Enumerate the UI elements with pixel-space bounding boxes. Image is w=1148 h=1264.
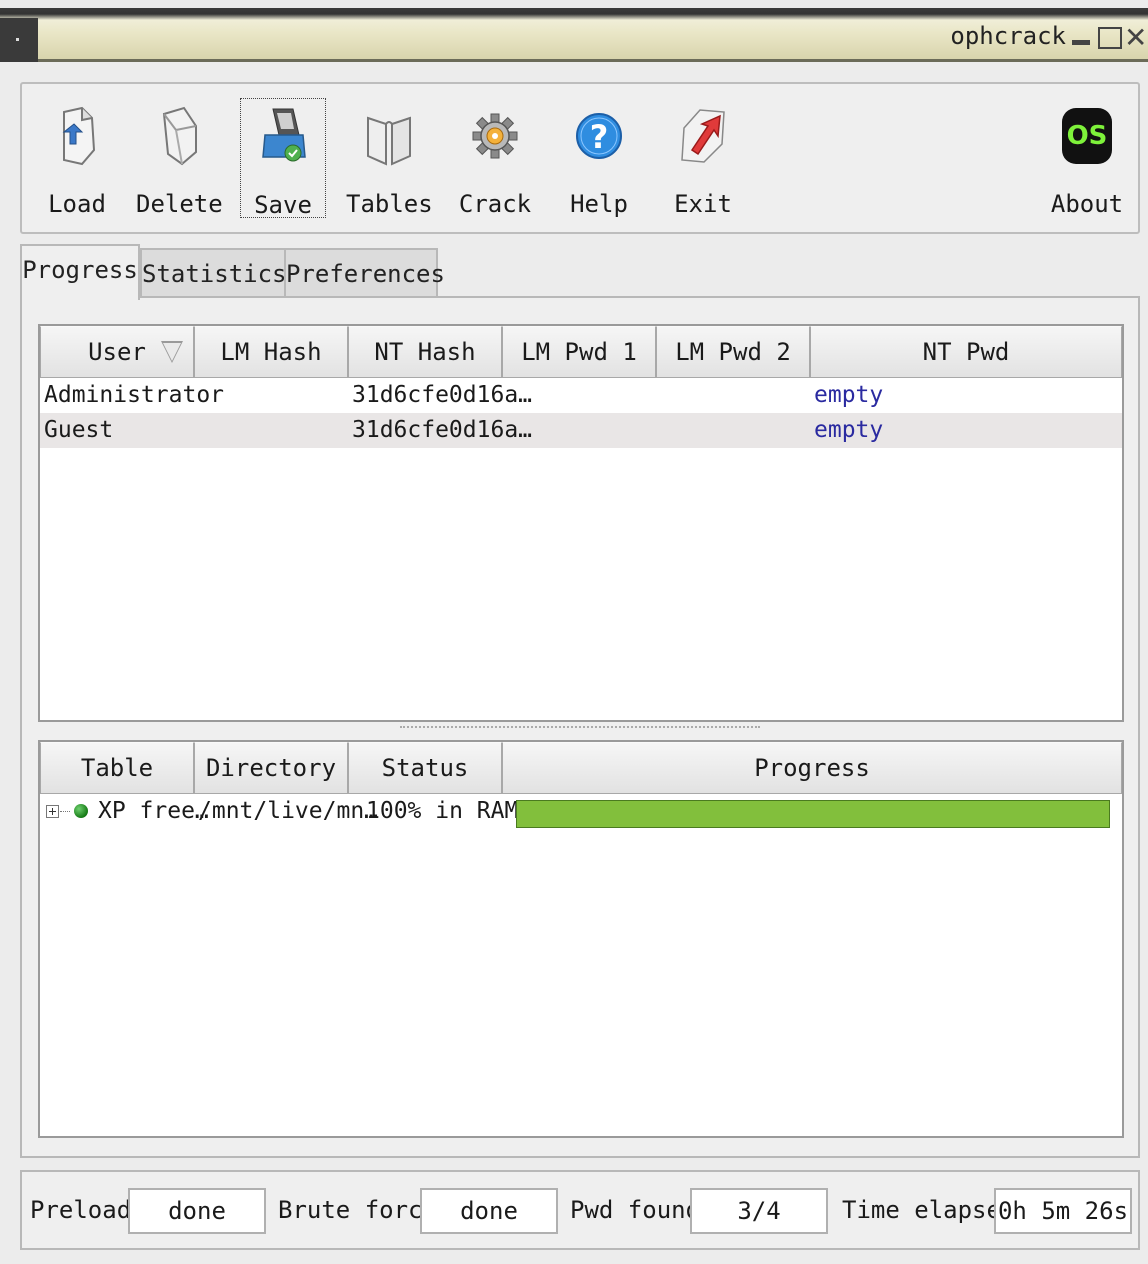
save-icon <box>262 108 306 162</box>
window-title: ophcrack <box>950 22 1066 50</box>
expand-icon[interactable] <box>46 805 59 818</box>
progress-panel: User LM Hash NT Hash LM Pwd 1 LM Pwd 2 N… <box>20 296 1140 1158</box>
load-button[interactable]: Load <box>34 98 120 218</box>
tables-icon <box>367 116 411 166</box>
brute-force-value: done <box>420 1188 558 1234</box>
user-cell: Administrator <box>44 382 225 408</box>
tables-button[interactable]: Tables <box>346 98 433 218</box>
users-table-header: User LM Hash NT Hash LM Pwd 1 LM Pwd 2 N… <box>40 326 1122 378</box>
column-header-lm-pwd-1[interactable]: LM Pwd 1 <box>502 326 656 378</box>
user-cell: Guest <box>44 417 114 443</box>
table-enabled-icon <box>74 804 88 818</box>
column-header-user[interactable]: User <box>40 326 194 378</box>
preload-value: done <box>128 1188 266 1234</box>
nt-pwd-cell: empty <box>814 417 884 443</box>
column-header-directory[interactable]: Directory <box>194 742 348 794</box>
close-icon[interactable]: ✕ <box>1124 21 1148 54</box>
toolbar: Load Delete Save Tables Crack ? Help Exi… <box>20 82 1140 234</box>
table-name-cell: XP free… <box>98 798 209 824</box>
window-menu-button[interactable] <box>0 18 38 62</box>
table-progress-bar <box>516 800 1110 828</box>
table-row[interactable]: XP free… /mnt/live/mn… 100% in RAM <box>40 794 1122 829</box>
load-label: Load <box>48 190 106 218</box>
sort-descending-icon <box>161 341 183 363</box>
ophcrack-window: ophcrack ✕ Load Delete Save Tables Crack… <box>0 0 1148 1264</box>
tables-label: Tables <box>346 190 433 218</box>
nt-hash-cell: 31d6cfe0d16a… <box>352 417 533 443</box>
os-logo-text: OS <box>1066 121 1108 151</box>
tab-preferences[interactable]: Preferences <box>284 248 445 298</box>
table-row[interactable]: Administrator 31d6cfe0d16a… empty <box>40 378 1122 413</box>
help-icon: ? <box>576 113 622 159</box>
status-bar: Preload: done Brute force: done Pwd foun… <box>20 1170 1140 1250</box>
tree-connector <box>60 811 70 812</box>
title-bar: ophcrack ✕ <box>0 8 1148 62</box>
pwd-found-value: 3/4 <box>690 1188 828 1234</box>
load-icon <box>62 106 96 166</box>
delete-button[interactable]: Delete <box>136 98 223 218</box>
column-header-lm-pwd-2[interactable]: LM Pwd 2 <box>656 326 810 378</box>
table-row[interactable]: Guest 31d6cfe0d16a… empty <box>40 413 1122 448</box>
gear-icon <box>472 113 518 159</box>
minimize-icon[interactable] <box>1070 25 1092 51</box>
status-cell: 100% in RAM <box>366 798 519 824</box>
save-button[interactable]: Save <box>240 98 326 218</box>
exit-label: Exit <box>674 190 732 218</box>
maximize-icon[interactable] <box>1098 27 1122 49</box>
help-button[interactable]: ? Help <box>556 98 642 218</box>
svg-text:?: ? <box>590 118 609 156</box>
delete-icon <box>162 106 197 166</box>
crack-button[interactable]: Crack <box>452 98 538 218</box>
column-header-status[interactable]: Status <box>348 742 502 794</box>
about-label: About <box>1050 190 1124 218</box>
nt-hash-cell: 31d6cfe0d16a… <box>352 382 533 408</box>
exit-icon <box>681 109 725 163</box>
tab-progress[interactable]: Progress <box>20 244 140 300</box>
users-table: User LM Hash NT Hash LM Pwd 1 LM Pwd 2 N… <box>38 324 1124 722</box>
time-elapsed-value: 0h 5m 26s <box>994 1188 1132 1234</box>
save-label: Save <box>254 191 312 219</box>
column-header-user-label: User <box>88 338 146 366</box>
crack-label: Crack <box>458 190 532 218</box>
tables-table-header: Table Directory Status Progress <box>40 742 1122 794</box>
column-header-progress[interactable]: Progress <box>502 742 1122 794</box>
rainbow-tables-table: Table Directory Status Progress XP free…… <box>38 740 1124 1138</box>
delete-label: Delete <box>136 190 223 218</box>
column-header-lm-hash[interactable]: LM Hash <box>194 326 348 378</box>
pane-splitter[interactable] <box>400 726 760 730</box>
column-header-nt-hash[interactable]: NT Hash <box>348 326 502 378</box>
tab-statistics[interactable]: Statistics <box>140 248 287 298</box>
help-label: Help <box>570 190 628 218</box>
directory-cell: /mnt/live/mn… <box>198 798 379 824</box>
about-button[interactable]: OS About <box>1044 98 1130 218</box>
column-header-table[interactable]: Table <box>40 742 194 794</box>
nt-pwd-cell: empty <box>814 382 884 408</box>
progress-fill <box>517 801 1109 827</box>
exit-button[interactable]: Exit <box>660 98 746 218</box>
os-logo-icon: OS <box>1062 108 1112 164</box>
column-header-nt-pwd[interactable]: NT Pwd <box>810 326 1122 378</box>
